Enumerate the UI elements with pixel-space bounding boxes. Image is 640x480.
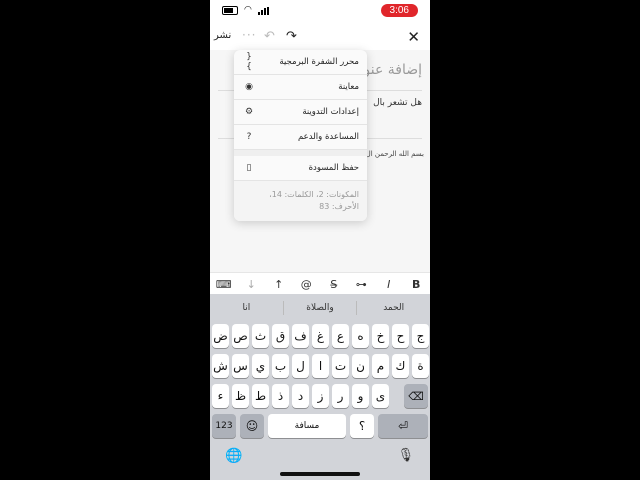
menu-item-label: المساعدة والدعم	[298, 132, 359, 142]
post-title-placeholder[interactable]: إضافة عنو	[363, 62, 422, 78]
menu-item-label: إعدادات التدوينة	[302, 107, 359, 117]
numbers-key[interactable]: 123	[212, 414, 236, 438]
key[interactable]: ص	[232, 324, 249, 348]
document-icon: ▯	[246, 163, 252, 173]
undo-icon[interactable]: ↶	[264, 29, 275, 44]
menu-item-post-settings[interactable]: إعدادات التدوينة ⚙	[234, 100, 367, 125]
post-stats: المكونات: 2، الكلمات: 14، الأحرف: 83	[234, 181, 367, 221]
status-bar: ◠ 3:06	[210, 0, 430, 22]
key[interactable]: ك	[392, 354, 409, 378]
key[interactable]: ط	[252, 384, 269, 408]
stats-blocks-words: المكونات: 2، الكلمات: 14،	[269, 190, 359, 199]
suggestion[interactable]: والصلاة	[284, 303, 357, 313]
key[interactable]: ت	[332, 354, 349, 378]
key-row-4: 123 ☺ مسافة ؟ ⏎	[210, 414, 430, 438]
options-menu: محرر الشفرة البرمجية { } معاينة ◉ إعدادا…	[234, 50, 367, 221]
menu-item-label: معاينة	[338, 82, 359, 92]
key[interactable]: ض	[212, 324, 229, 348]
gear-icon: ⚙	[244, 107, 254, 117]
key[interactable]: ن	[352, 354, 369, 378]
key[interactable]: ر	[332, 384, 349, 408]
redo-icon[interactable]: ↷	[286, 29, 297, 44]
key[interactable]: م	[372, 354, 389, 378]
key[interactable]: ل	[292, 354, 309, 378]
delete-key[interactable]: ⌫	[404, 384, 428, 408]
bold-button[interactable]: B	[403, 278, 431, 291]
key[interactable]: و	[352, 384, 369, 408]
key-row-3: ء ظ ط ذ د ز ر و ى ⌫	[210, 384, 430, 408]
menu-item-preview[interactable]: معاينة ◉	[234, 75, 367, 100]
key[interactable]: ع	[332, 324, 349, 348]
key[interactable]: ح	[392, 324, 409, 348]
mention-icon[interactable]: @	[293, 278, 321, 291]
battery-icon	[222, 6, 238, 15]
key[interactable]: ا	[312, 354, 329, 378]
phone-screen: ◠ 3:06 نشر ··· ↶ ↷ ✕ إضافة عنو هل تشعر ب…	[210, 0, 430, 480]
keyboard-bottom: 🌐 🎙	[210, 446, 430, 466]
menu-item-help-support[interactable]: المساعدة والدعم ?	[234, 125, 367, 150]
key[interactable]: س	[232, 354, 249, 378]
keyboard: انا والصلاة الحمد ض ص ث ق ف غ ع ه خ ح ج …	[210, 294, 430, 480]
menu-item-label: حفظ المسودة	[308, 163, 359, 173]
key[interactable]: ي	[252, 354, 269, 378]
space-key[interactable]: مسافة	[268, 414, 346, 438]
key-row-2: ش س ي ب ل ا ت ن م ك ة	[210, 354, 430, 378]
key[interactable]: ف	[292, 324, 309, 348]
post-body-text[interactable]: بسم الله الرحمن ال	[366, 150, 424, 158]
home-indicator[interactable]	[280, 472, 360, 476]
key[interactable]: خ	[372, 324, 389, 348]
editor-toolbar: نشر ··· ↶ ↷ ✕	[210, 28, 430, 50]
compass-icon: ◉	[245, 82, 253, 92]
menu-item-label: محرر الشفرة البرمجية	[279, 57, 359, 67]
menu-item-code-editor[interactable]: محرر الشفرة البرمجية { }	[234, 50, 367, 75]
status-time: 3:06	[380, 4, 418, 17]
format-toolbar: ⌨ ↓ ↑ @ S̶ ⊶ I B	[210, 272, 430, 295]
move-up-icon[interactable]: ↑	[265, 278, 293, 291]
signal-icon	[257, 6, 269, 15]
keyboard-hide-icon[interactable]: ⌨	[210, 278, 238, 291]
key[interactable]: ق	[272, 324, 289, 348]
punctuation-key[interactable]: ؟	[350, 414, 374, 438]
key[interactable]: ب	[272, 354, 289, 378]
stats-characters: الأحرف: 83	[319, 202, 359, 211]
key[interactable]: ظ	[232, 384, 249, 408]
suggestion-bar: انا والصلاة الحمد	[210, 294, 430, 322]
key[interactable]: ز	[312, 384, 329, 408]
key[interactable]: ى	[372, 384, 389, 408]
key[interactable]: ة	[412, 354, 429, 378]
publish-button[interactable]: نشر	[214, 30, 231, 41]
more-options-icon[interactable]: ···	[242, 28, 256, 42]
strikethrough-icon[interactable]: S̶	[320, 278, 348, 291]
key[interactable]: د	[292, 384, 309, 408]
italic-button[interactable]: I	[375, 278, 403, 291]
close-icon[interactable]: ✕	[407, 28, 420, 46]
emoji-key[interactable]: ☺	[240, 414, 264, 438]
key[interactable]: ج	[412, 324, 429, 348]
suggestion[interactable]: انا	[210, 303, 283, 313]
key[interactable]: ش	[212, 354, 229, 378]
key[interactable]: ء	[212, 384, 229, 408]
return-key[interactable]: ⏎	[378, 414, 428, 438]
link-icon[interactable]: ⊶	[348, 278, 376, 291]
microphone-icon[interactable]: 🎙	[397, 448, 414, 463]
key[interactable]: ث	[252, 324, 269, 348]
menu-item-save-draft[interactable]: حفظ المسودة ▯	[234, 156, 367, 181]
globe-icon[interactable]: 🌐	[225, 448, 242, 464]
key[interactable]: ه	[352, 324, 369, 348]
suggestion[interactable]: الحمد	[357, 303, 430, 313]
wifi-icon: ◠	[244, 5, 252, 15]
key[interactable]: ذ	[272, 384, 289, 408]
key-row-1: ض ص ث ق ف غ ع ه خ ح ج	[210, 324, 430, 348]
code-braces-icon: { }	[246, 52, 252, 72]
help-icon: ?	[246, 132, 252, 142]
writing-prompt: هل تشعر بال	[373, 98, 422, 108]
key[interactable]: غ	[312, 324, 329, 348]
move-down-icon[interactable]: ↓	[238, 278, 266, 291]
